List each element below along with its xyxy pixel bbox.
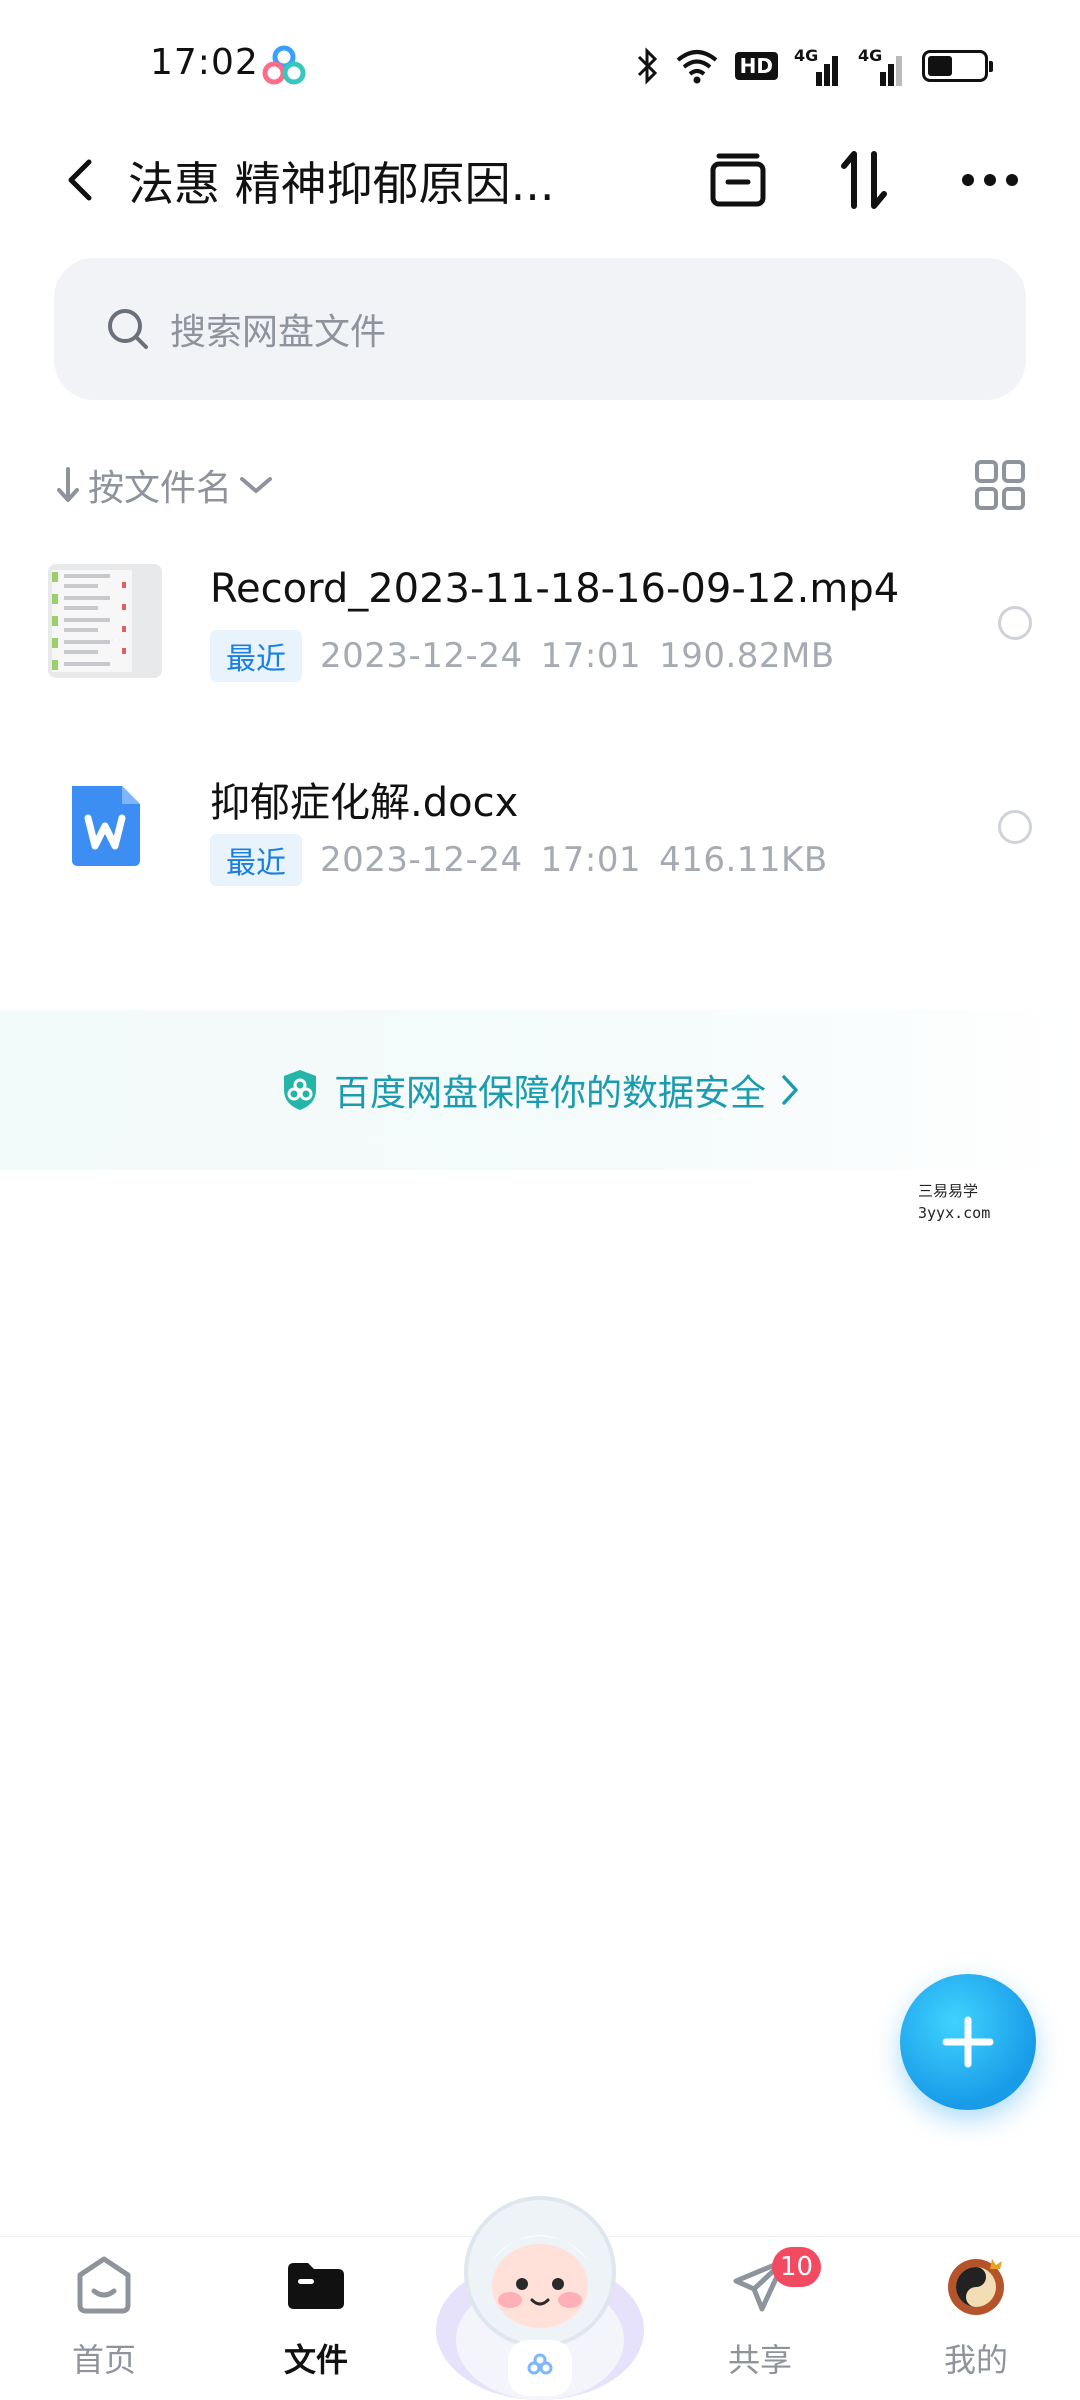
shield-icon: [283, 1070, 316, 1110]
status-time: 17:02: [150, 42, 259, 83]
more-button[interactable]: [954, 144, 1026, 216]
watermark: 三易易学 3yyx.com: [918, 1182, 991, 1222]
file-date: 2023-12-24: [320, 636, 523, 676]
status-icons: HD 4G 4G: [635, 44, 993, 88]
sort-button[interactable]: 按文件名: [54, 455, 274, 515]
battery-icon: [922, 50, 993, 82]
status-bar: 17:02 HD 4G 4G: [0, 0, 1080, 140]
search-placeholder: 搜索网盘文件: [170, 312, 387, 353]
plus-icon: [942, 2016, 994, 2068]
bluetooth-icon: [637, 47, 657, 85]
sort-label: 按文件名: [88, 468, 233, 509]
mascot-icon: [436, 2196, 644, 2400]
sort-transfer-icon: [841, 151, 887, 209]
back-icon: [68, 159, 92, 201]
file-meta: 最近 2023-12-24 17:01 416.11KB: [210, 834, 828, 886]
avatar-icon: [948, 2259, 1004, 2315]
word-doc-icon: [72, 786, 140, 866]
sort-transfer-button[interactable]: [828, 144, 900, 216]
nav-bar: 法惠 精神抑郁原因...: [0, 130, 1080, 230]
home-icon: [77, 2256, 131, 2314]
chevron-down-icon: [240, 477, 273, 493]
notification-badge: 10: [772, 2247, 822, 2287]
folder-icon: [288, 2263, 344, 2309]
file-meta: 最近 2023-12-24 17:01 190.82MB: [210, 630, 835, 682]
baidu-netdisk-icon: [262, 45, 306, 85]
battery-level: [928, 56, 952, 76]
back-button[interactable]: [50, 150, 110, 210]
file-time: 17:01: [540, 840, 642, 880]
tab-home[interactable]: 首页: [24, 2237, 184, 2400]
tab-share[interactable]: 10 共享: [680, 2237, 840, 2400]
signal-4g-icon: 4G: [794, 46, 842, 86]
inbox-button[interactable]: [702, 144, 774, 216]
tab-files[interactable]: 文件: [236, 2237, 396, 2400]
inbox-icon: [710, 153, 766, 207]
file-name: 抑郁症化解.docx: [210, 780, 519, 826]
arrow-down-icon: [57, 467, 79, 502]
signal-4g-icon: 4G: [858, 46, 906, 86]
add-button[interactable]: [900, 1974, 1036, 2110]
tab-me[interactable]: 我的: [896, 2237, 1056, 2400]
video-thumbnail: [48, 564, 162, 678]
security-banner[interactable]: 百度网盘保障你的数据安全: [0, 1010, 1080, 1170]
recent-tag: 最近: [210, 834, 302, 886]
hd-icon: HD: [734, 52, 778, 80]
file-size: 190.82MB: [659, 636, 835, 676]
mascot-button[interactable]: [432, 2180, 648, 2400]
file-time: 17:01: [540, 636, 642, 676]
wifi-icon: [676, 50, 717, 84]
file-name: Record_2023-11-18-16-09-12.mp4: [210, 566, 900, 612]
sort-row: 按文件名: [54, 455, 1026, 515]
search-icon: [108, 309, 148, 349]
search-input[interactable]: 搜索网盘文件: [54, 258, 1026, 400]
select-radio[interactable]: [998, 606, 1032, 640]
security-text: 百度网盘保障你的数据安全: [333, 1073, 766, 1114]
more-icon: [962, 174, 1018, 186]
grid-view-icon[interactable]: [974, 459, 1026, 511]
file-date: 2023-12-24: [320, 840, 523, 880]
recent-tag: 最近: [210, 630, 302, 682]
chevron-right-icon: [782, 1075, 798, 1105]
file-size: 416.11KB: [659, 840, 828, 880]
select-radio[interactable]: [998, 810, 1032, 844]
page-title: 法惠 精神抑郁原因...: [128, 157, 555, 211]
file-row[interactable]: 抑郁症化解.docx 最近 2023-12-24 17:01 416.11KB: [0, 744, 1080, 924]
file-row[interactable]: Record_2023-11-18-16-09-12.mp4 最近 2023-1…: [0, 540, 1080, 720]
